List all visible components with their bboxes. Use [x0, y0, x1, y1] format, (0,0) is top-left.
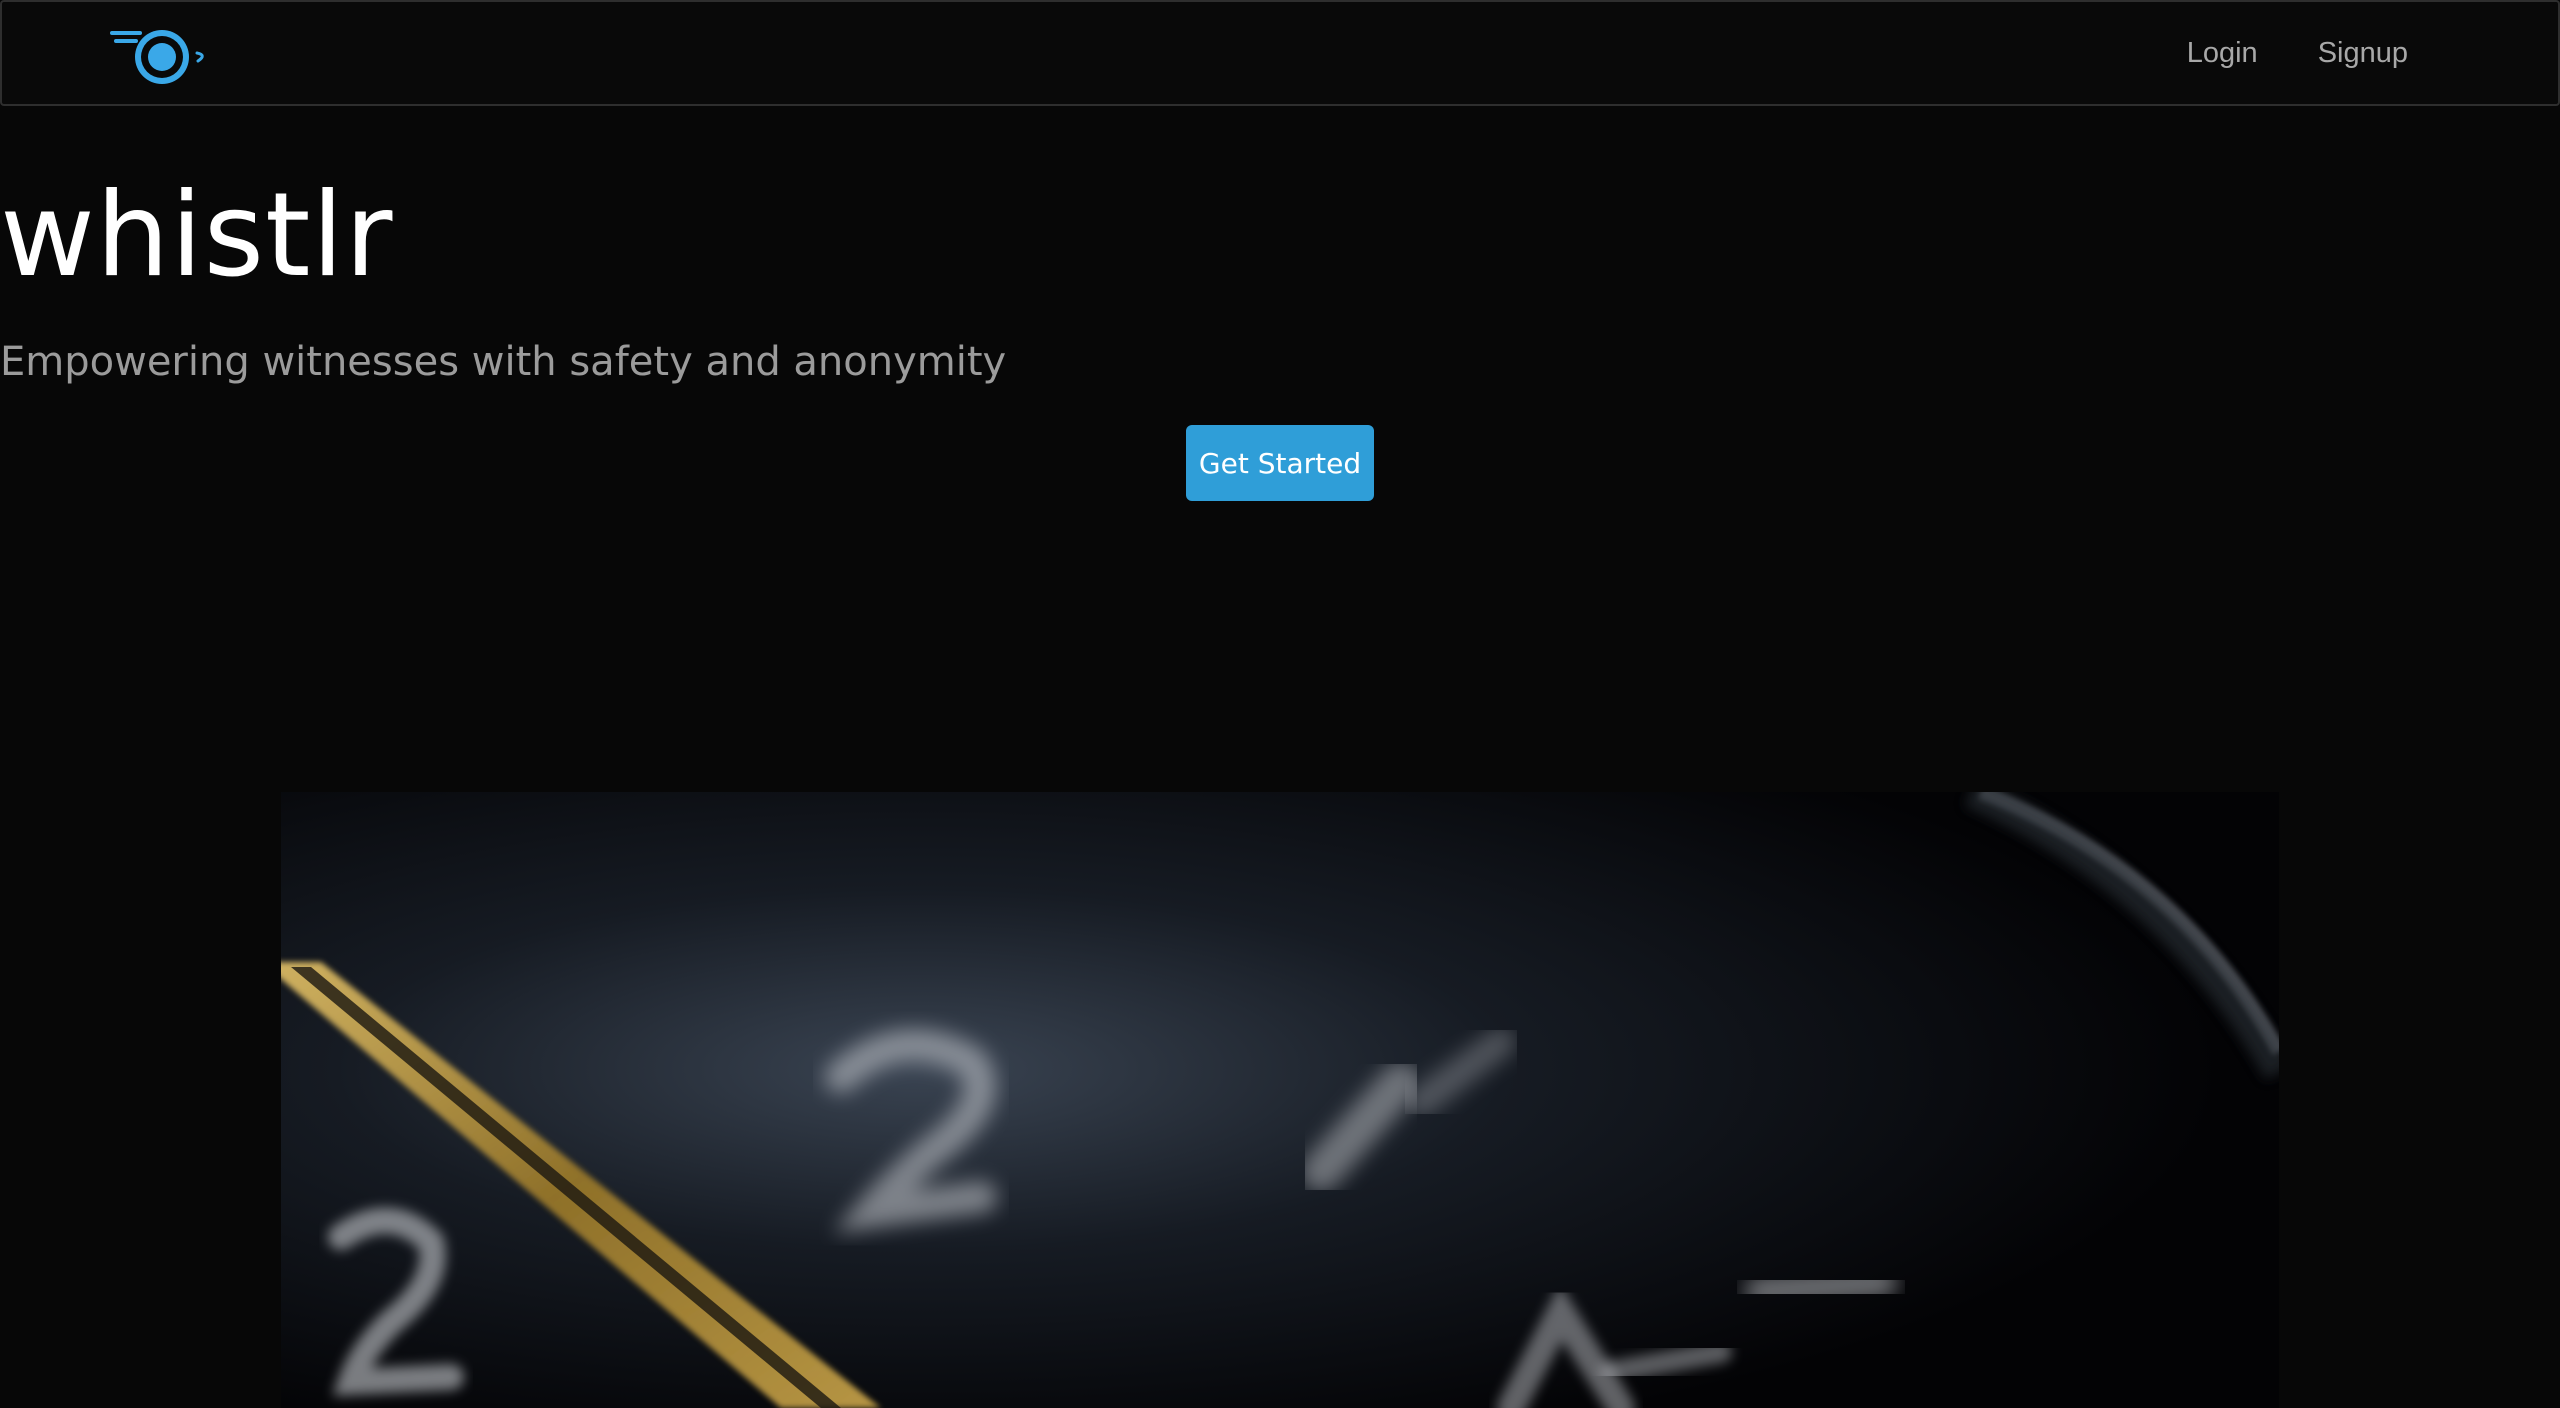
hero-subtitle: Empowering witnesses with safety and ano… [0, 339, 1007, 385]
hero-image [281, 792, 2279, 1408]
signup-link[interactable]: Signup [2318, 37, 2408, 70]
watch-dial-image [281, 792, 2279, 1408]
nav-links: Login Signup [2187, 2, 2408, 104]
top-navbar: Login Signup [0, 0, 2560, 106]
get-started-button[interactable]: Get Started [1186, 425, 1374, 501]
login-link[interactable]: Login [2187, 37, 2258, 70]
whistle-logo-icon[interactable] [110, 24, 210, 90]
hero-title: whistlr [0, 168, 394, 303]
